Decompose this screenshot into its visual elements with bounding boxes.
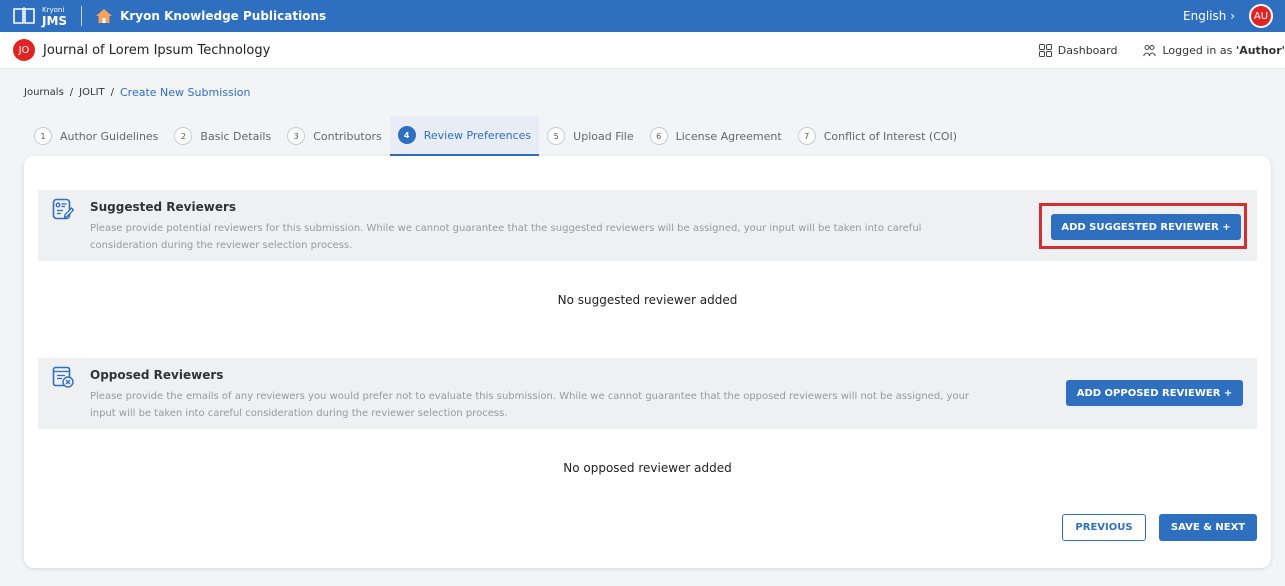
add-opposed-reviewer-button[interactable]: ADD OPPOSED REVIEWER +: [1066, 380, 1243, 406]
step-label: Upload File: [573, 129, 634, 143]
suggested-reviewers-title: Suggested Reviewers: [90, 200, 237, 214]
app-logo[interactable]: Kryoni JMS: [12, 6, 67, 27]
journal-avatar: JO: [13, 39, 35, 61]
suggested-reviewers-section: Suggested Reviewers Please provide poten…: [38, 190, 1257, 261]
breadcrumb-separator: /: [110, 87, 114, 98]
step-number: 5: [547, 127, 566, 145]
step-number: 3: [287, 127, 306, 145]
breadcrumb-journals[interactable]: Journals: [24, 87, 64, 98]
logged-in-prefix: Logged in as: [1162, 44, 1233, 57]
breadcrumb-current: Create New Submission: [120, 86, 251, 99]
step-number: 4: [397, 126, 416, 144]
step-conflict-of-interest[interactable]: 7 Conflict of Interest (COI): [790, 116, 965, 156]
opposed-reviewers-title: Opposed Reviewers: [90, 368, 224, 382]
journal-title: Journal of Lorem Ipsum Technology: [43, 42, 271, 58]
step-number: 6: [649, 127, 668, 145]
step-label: License Agreement: [675, 129, 782, 143]
topbar-divider: [81, 6, 83, 26]
journal-bar: JO Journal of Lorem Ipsum Technology Das…: [0, 32, 1285, 69]
step-label: Basic Details: [200, 129, 272, 143]
language-selector[interactable]: English ›: [1183, 9, 1235, 23]
review-preferences-card: Suggested Reviewers Please provide poten…: [24, 156, 1271, 568]
step-number: 2: [174, 127, 193, 145]
add-suggested-reviewer-button[interactable]: ADD SUGGESTED REVIEWER +: [1051, 214, 1241, 240]
user-avatar[interactable]: AU: [1249, 4, 1273, 28]
breadcrumb-separator: /: [69, 87, 74, 98]
no-suggested-reviewer-text: No suggested reviewer added: [557, 293, 738, 307]
submission-steps: 1 Author Guidelines 2 Basic Details 3 Co…: [26, 116, 965, 156]
logged-in-info[interactable]: Logged in as 'Author': [1143, 44, 1285, 57]
book-icon: [13, 7, 35, 24]
grid-icon: [1038, 44, 1052, 57]
previous-button[interactable]: PREVIOUS: [1062, 514, 1146, 541]
no-opposed-reviewer-text: No opposed reviewer added: [563, 461, 732, 475]
save-next-button[interactable]: SAVE & NEXT: [1159, 514, 1257, 541]
top-bar: Kryoni JMS Kryon Knowledge Publications …: [0, 0, 1285, 32]
home-icon: [96, 9, 113, 23]
step-number: 1: [34, 127, 52, 145]
dashboard-link[interactable]: Dashboard: [1038, 44, 1118, 57]
step-author-guidelines[interactable]: 1 Author Guidelines: [26, 116, 166, 156]
step-basic-details[interactable]: 2 Basic Details: [166, 116, 279, 156]
opposed-reviewers-description: Please provide the emails of any reviewe…: [90, 391, 970, 419]
step-number: 7: [797, 127, 816, 145]
reviewer-remove-icon: [52, 366, 74, 388]
breadcrumb-jolit[interactable]: JOLIT: [79, 87, 104, 98]
step-label: Author Guidelines: [60, 129, 159, 143]
step-license-agreement[interactable]: 6 License Agreement: [642, 116, 790, 156]
publisher-link[interactable]: Kryon Knowledge Publications: [96, 9, 326, 23]
suggested-reviewers-description: Please provide potential reviewers for t…: [90, 223, 922, 251]
step-review-preferences[interactable]: 4 Review Preferences: [389, 116, 540, 156]
users-icon: [1143, 45, 1157, 57]
step-contributors[interactable]: 3 Contributors: [279, 116, 390, 156]
publisher-name: Kryon Knowledge Publications: [120, 9, 327, 23]
step-label: Review Preferences: [423, 128, 532, 142]
step-label: Contributors: [313, 129, 382, 143]
step-upload-file[interactable]: 5 Upload File: [539, 116, 641, 156]
opposed-reviewers-section: Opposed Reviewers Please provide the ema…: [38, 358, 1257, 429]
logo-big-text: JMS: [42, 13, 68, 28]
dashboard-label: Dashboard: [1057, 44, 1118, 57]
logged-in-role: 'Author': [1235, 44, 1285, 57]
reviewer-edit-icon: [52, 198, 74, 220]
breadcrumb: Journals / JOLIT / Create New Submission: [24, 86, 250, 99]
step-label: Conflict of Interest (COI): [823, 129, 958, 143]
